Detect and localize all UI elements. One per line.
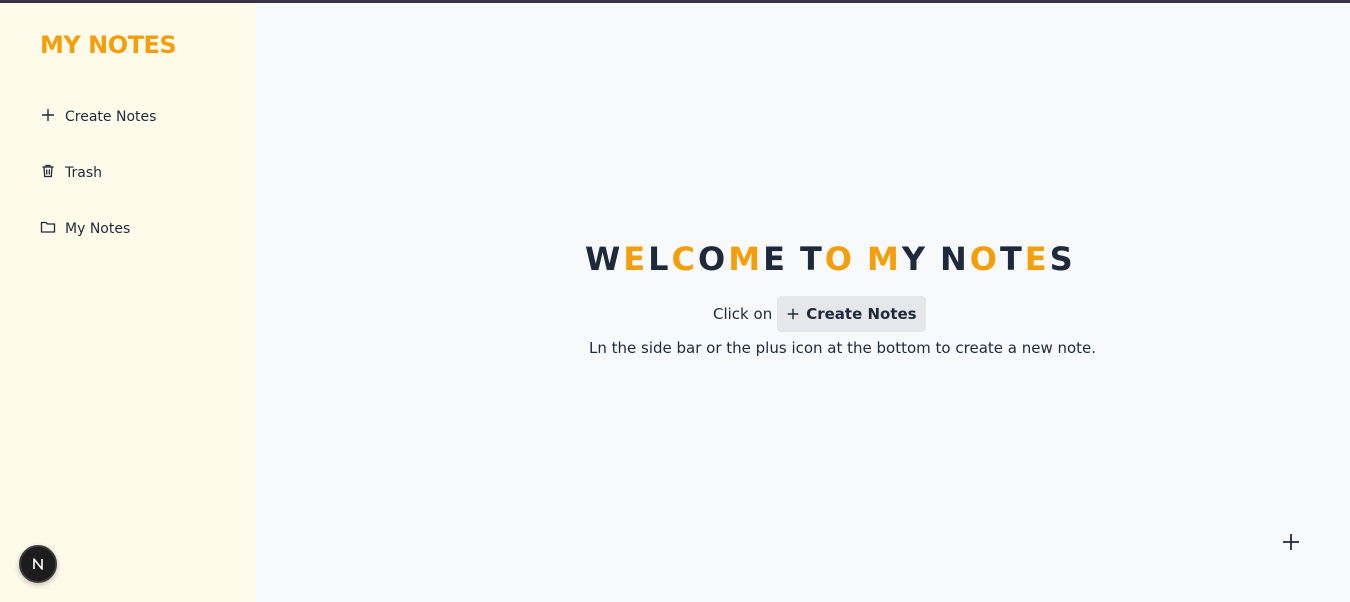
instruction-subtext: Ln the side bar or the plus icon at the … [589,339,1097,357]
welcome-letter: O [969,240,1000,278]
plus-icon [787,308,799,320]
sidebar-item-my-notes[interactable]: My Notes [40,217,130,241]
welcome-heading: WELCOME TO MY NOTES [585,240,1073,278]
welcome-letter: W [585,240,624,278]
folder-icon [40,219,56,239]
welcome-letter: Y [901,240,928,278]
welcome-letter: M [866,240,902,278]
plus-icon [40,107,56,127]
welcome-letter: E [763,240,788,278]
brand-title: MY NOTES [40,31,177,59]
plus-icon [1283,534,1299,550]
trash-icon [40,163,56,183]
create-notes-chip-label: Create Notes [806,305,917,323]
welcome-letter: M [728,240,764,278]
sidebar-item-create-notes[interactable]: Create Notes [40,105,156,129]
sidebar-item-label: Create Notes [65,109,157,125]
welcome-letter: T [999,240,1025,278]
n-logo-icon [33,558,43,570]
welcome-space [928,240,940,278]
welcome-letter: C [671,240,699,278]
welcome-space [855,240,867,278]
sidebar-item-label: My Notes [65,221,131,237]
sidebar: MY NOTES Create Notes Trash My Notes [0,3,256,602]
instruction-line: Click on Create Notes [713,296,926,332]
click-prefix-text: Click on [713,305,773,323]
welcome-letter: O [698,240,729,278]
framework-badge-button[interactable] [19,545,57,583]
welcome-letter: L [648,240,672,278]
welcome-letter: T [799,240,825,278]
add-note-button[interactable] [1280,531,1302,553]
welcome-space [788,240,800,278]
welcome-letter: E [623,240,649,278]
create-notes-chip[interactable]: Create Notes [777,296,926,332]
sidebar-item-label: Trash [65,165,102,181]
welcome-letter: S [1049,240,1076,278]
sidebar-item-trash[interactable]: Trash [40,161,102,185]
welcome-letter: O [824,240,855,278]
welcome-letter: N [939,240,970,278]
welcome-letter: E [1024,240,1050,278]
